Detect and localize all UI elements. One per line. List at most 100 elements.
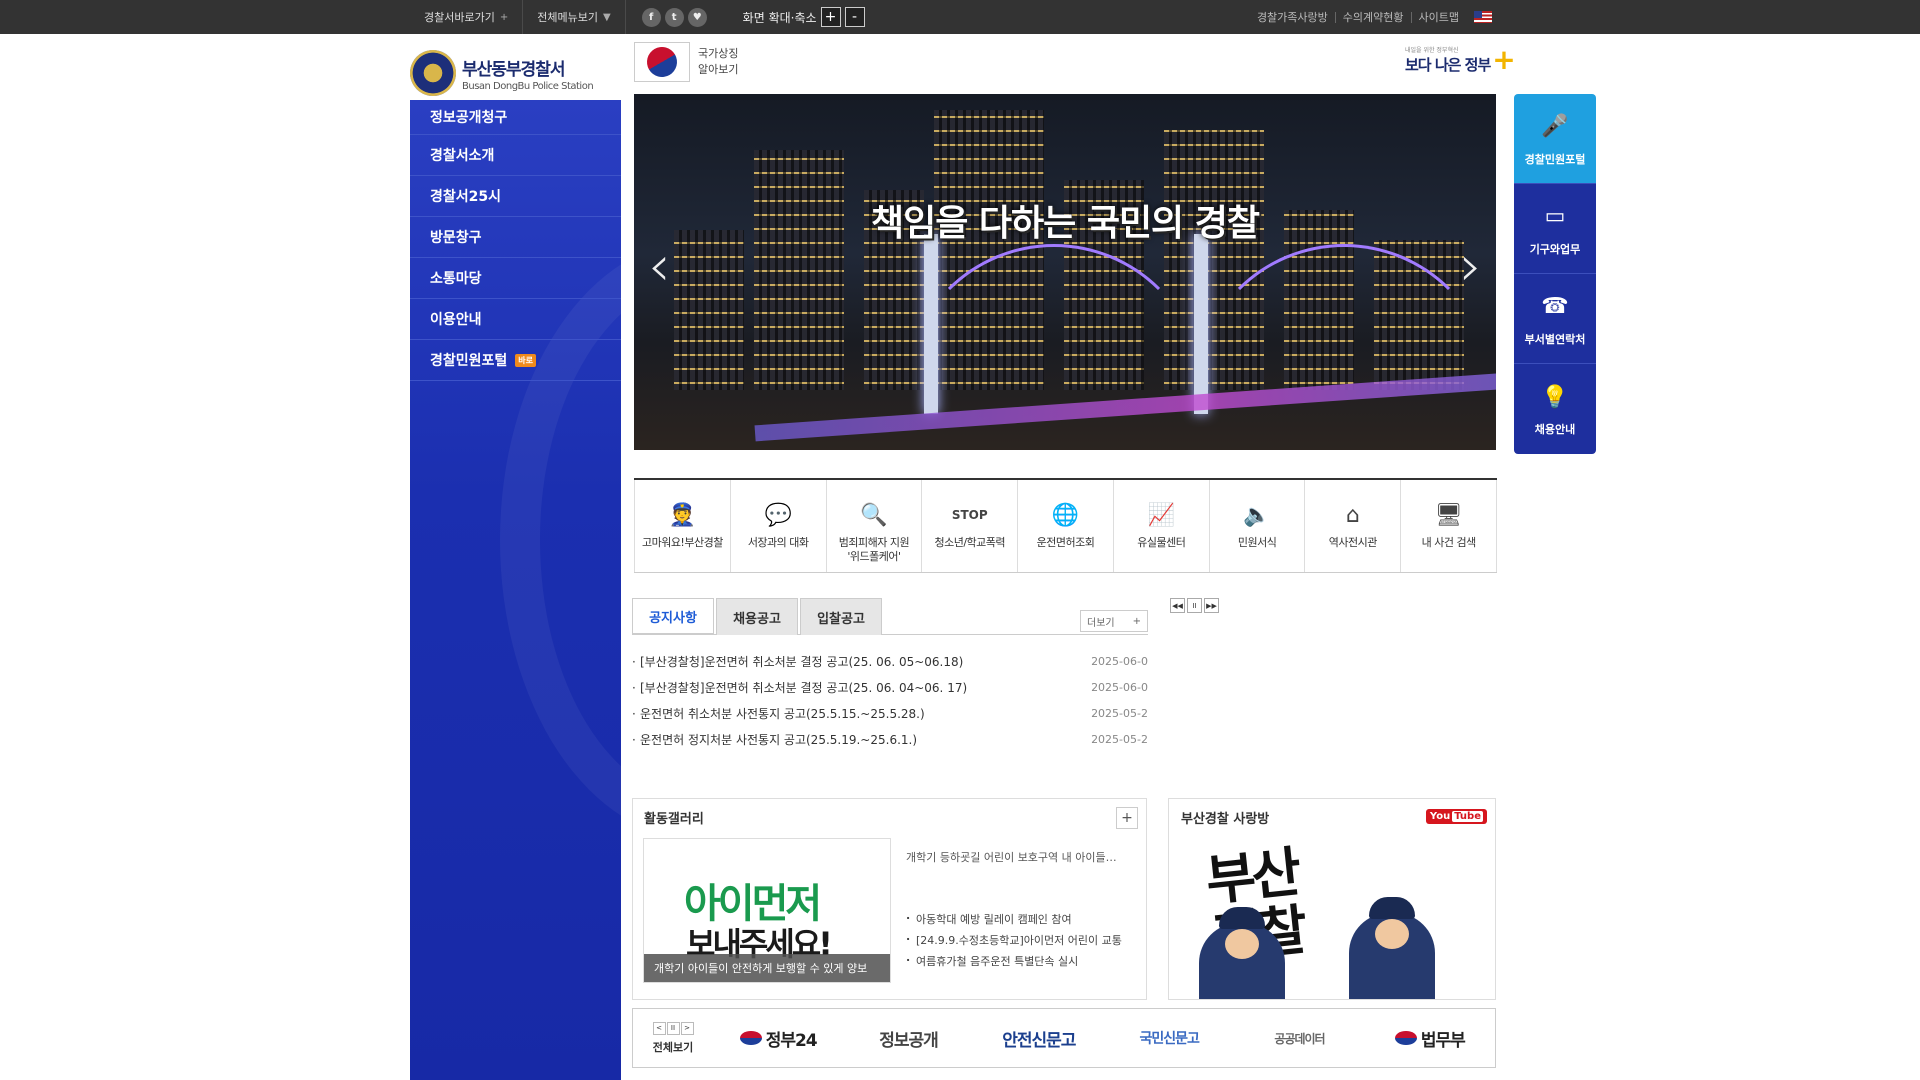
police-station-shortcut-menu[interactable]: 경찰서바로가기 +	[410, 0, 524, 34]
taegeuk-icon	[739, 1031, 762, 1045]
hero-next-button[interactable]: ›	[1460, 234, 1482, 299]
notice-title[interactable]: 운전면허 취소처분 사전통지 공고(25.5.15.~25.5.28.)	[632, 701, 925, 727]
youtube-logo[interactable]: You Tube	[1425, 809, 1487, 824]
banner-epeople[interactable]: 국민신문고	[1104, 1028, 1234, 1048]
quick-menu: 🎤 경찰민원포털 ▭ 기구와업무 ☎ 부서별연락처 💡 채용안내	[1514, 94, 1596, 454]
notice-date: 2025-05-2	[1091, 733, 1148, 746]
fast-forward-icon[interactable]: ▶▶	[1204, 598, 1219, 613]
iconmenu-label: 고마워요!부산경찰	[641, 536, 723, 549]
iconmenu-civil-forms[interactable]: 🔈 민원서식	[1208, 480, 1305, 572]
quick-label: 부서별연락처	[1524, 332, 1586, 346]
iconmenu-school-violence[interactable]: STOP 청소년/학교폭력	[921, 480, 1017, 572]
gallery-list: 아동학대 예방 릴레이 캠페인 참여 [24.9.9.수정초등학교]아이먼저 어…	[906, 905, 1122, 972]
notice-tabs: 공지사항 채용공고 입찰공고 더보기 +	[632, 598, 1148, 635]
thumbnail-caption: 개학기 아이들이 안전하게 보행할 수 있게 양보	[644, 954, 890, 982]
iconmenu-label: 청소년/학교폭력	[934, 536, 1005, 549]
banner-ministry-justice[interactable]: 법무부	[1365, 1026, 1495, 1051]
view-all-button[interactable]: 전체보기	[653, 1039, 693, 1055]
iconmenu-history-hall[interactable]: ⌂ 역사전시관	[1304, 480, 1400, 572]
list-item: [부산경찰청]운전면허 취소처분 결정 공고(25. 06. 05~06.18)…	[632, 649, 1148, 675]
iconmenu-chief-dialog[interactable]: 💬 서장과의 대화	[729, 480, 826, 572]
national-symbol-link[interactable]: 국가상징 알아보기	[634, 41, 738, 83]
list-item: [부산경찰청]운전면허 취소처분 결정 공고(25. 06. 04~06. 17…	[632, 675, 1148, 701]
officer-illustration	[1199, 907, 1285, 999]
hero-slogan: 책임을 다하는 국민의 경찰	[871, 203, 1260, 244]
notice-title[interactable]: [부산경찰청]운전면허 취소처분 결정 공고(25. 06. 04~06. 17…	[632, 675, 967, 701]
more-label: 더보기	[1087, 617, 1115, 629]
notice-title[interactable]: 운전면허 정지처분 사전통지 공고(25.5.19.~25.6.1.)	[632, 727, 917, 753]
quick-organization[interactable]: ▭ 기구와업무	[1514, 184, 1596, 274]
sitemap-link[interactable]: 사이트맵	[1412, 12, 1466, 23]
iconmenu-label: 민원서식	[1237, 536, 1277, 549]
sidenav-item-info-request[interactable]: 정보공개청구	[410, 100, 621, 135]
sidenav-item-visit[interactable]: 방문창구	[410, 217, 621, 258]
more-button[interactable]: 더보기 +	[1080, 610, 1148, 632]
notice-date: 2025-06-0	[1091, 681, 1148, 694]
tab-recruitment[interactable]: 채용공고	[716, 598, 798, 635]
list-item[interactable]: [24.9.9.수정초등학교]아이먼저 어린이 교통	[906, 926, 1122, 951]
logo-title: 부산동부경찰서	[462, 59, 565, 80]
gallery-more-button[interactable]: +	[1116, 807, 1138, 829]
iconmenu-license-lookup[interactable]: 🌐 운전면허조회	[1017, 480, 1113, 572]
zoom-in-button[interactable]: +	[820, 7, 841, 27]
notice-date: 2025-05-2	[1091, 707, 1148, 720]
pause-icon[interactable]: II	[1187, 598, 1202, 613]
iconmenu-victim-support[interactable]: 🔍 범죄피해자 지원 '위드폴케어'	[825, 480, 922, 572]
sidenav-item-24h[interactable]: 경찰서25시	[410, 176, 621, 217]
list-item[interactable]: 여름휴가철 음주운전 특별단속 실시	[906, 947, 1122, 972]
chevron-down-icon: ▼	[602, 11, 611, 23]
quick-civil-portal[interactable]: 🎤 경찰민원포털	[1514, 94, 1596, 184]
youtube-panel: 부산경찰 사랑방 YouTube 부산 경찰	[1168, 798, 1496, 1000]
banner-strip: < II > 전체보기 정부24 정보공개 안전신문고 국민신문고 공공데이터 …	[632, 1008, 1496, 1068]
banner-label: 정보공개	[879, 1030, 939, 1051]
plus-icon: +	[499, 11, 509, 23]
sidenav-item-civil-portal[interactable]: 경찰민원포털 바로	[410, 340, 621, 381]
police-officer-icon: 👮	[668, 502, 697, 528]
sidenav-item-guide[interactable]: 이용안내	[410, 299, 621, 340]
iconmenu-thanks-police[interactable]: 👮 고마워요!부산경찰	[634, 480, 730, 572]
site-logo[interactable]: 부산동부경찰서 Busan DongBu Police Station	[410, 46, 620, 100]
hero-prev-button[interactable]: ‹	[648, 234, 670, 299]
building-decoration	[754, 150, 844, 390]
bridge-tower	[924, 234, 938, 414]
gov-innovation-logo[interactable]: 내일을 위한 정부혁신 보다 나은 정부 +	[1405, 45, 1516, 75]
gallery-thumbnail[interactable]: 아이먼저 보내주세요! 개학기 아이들이 안전하게 보행할 수 있게 양보	[643, 838, 891, 983]
top-utility-bar: 경찰서바로가기 + 전체메뉴보기 ▼ f t ♥ 화면 확대·축소 + - 경찰…	[0, 0, 1920, 34]
banner-safety-report[interactable]: 안전신문고	[974, 1026, 1104, 1051]
next-icon[interactable]: >	[680, 1021, 694, 1035]
contract-status-link[interactable]: 수의계약현황	[1336, 11, 1412, 23]
quick-recruitment[interactable]: 💡 채용안내	[1514, 364, 1596, 454]
twitter-icon[interactable]: t	[664, 7, 684, 27]
side-navigation: 정보공개청구 경찰서소개 경찰서25시 방문창구 소통마당 이용안내 경찰민원포…	[410, 100, 621, 1080]
facebook-icon[interactable]: f	[641, 7, 661, 27]
shortcut-badge: 바로	[515, 353, 537, 367]
iconmenu-lost-found[interactable]: 📈 유실물센터	[1112, 480, 1209, 572]
banner-label: 정부24	[765, 1030, 818, 1051]
banner-gov24[interactable]: 정부24	[713, 1026, 843, 1051]
iconmenu-label: 유실물센터	[1137, 536, 1186, 549]
pause-icon[interactable]: II	[666, 1021, 680, 1035]
banner-open-info[interactable]: 정보공개	[843, 1026, 973, 1051]
gallery-lead-text[interactable]: 개학기 등하굣길 어린이 보호구역 내 아이들…	[906, 849, 1136, 865]
quick-label: 경찰민원포털	[1524, 152, 1586, 166]
banner-public-data[interactable]: 공공데이터	[1234, 1030, 1364, 1047]
taegeuk-icon	[1394, 1031, 1417, 1045]
notice-list: [부산경찰청]운전면허 취소처분 결정 공고(25. 06. 05~06.18)…	[632, 649, 1148, 753]
quick-contacts[interactable]: ☎ 부서별연락처	[1514, 274, 1596, 364]
sidenav-item-about[interactable]: 경찰서소개	[410, 135, 621, 176]
tab-notice[interactable]: 공지사항	[632, 598, 714, 635]
bridge-tower	[1194, 234, 1208, 414]
english-flag-icon[interactable]	[1474, 11, 1492, 23]
sidenav-item-community[interactable]: 소통마당	[410, 258, 621, 299]
police-family-link[interactable]: 경찰가족사랑방	[1250, 11, 1336, 23]
list-item[interactable]: 아동학대 예방 릴레이 캠페인 참여	[906, 905, 1122, 930]
prev-icon[interactable]: <	[652, 1021, 666, 1035]
full-menu-button[interactable]: 전체메뉴보기 ▼	[523, 0, 626, 34]
tab-bidding[interactable]: 입찰공고	[800, 598, 882, 635]
favorite-icon[interactable]: ♥	[687, 7, 707, 27]
notice-title[interactable]: [부산경찰청]운전면허 취소처분 결정 공고(25. 06. 05~06.18)	[632, 649, 963, 675]
rewind-icon[interactable]: ◀◀	[1170, 598, 1185, 613]
zoom-out-button[interactable]: -	[844, 7, 865, 27]
iconmenu-case-search[interactable]: 🖥 내 사건 검색	[1400, 480, 1498, 572]
menu-label: 경찰서바로가기	[424, 11, 495, 24]
